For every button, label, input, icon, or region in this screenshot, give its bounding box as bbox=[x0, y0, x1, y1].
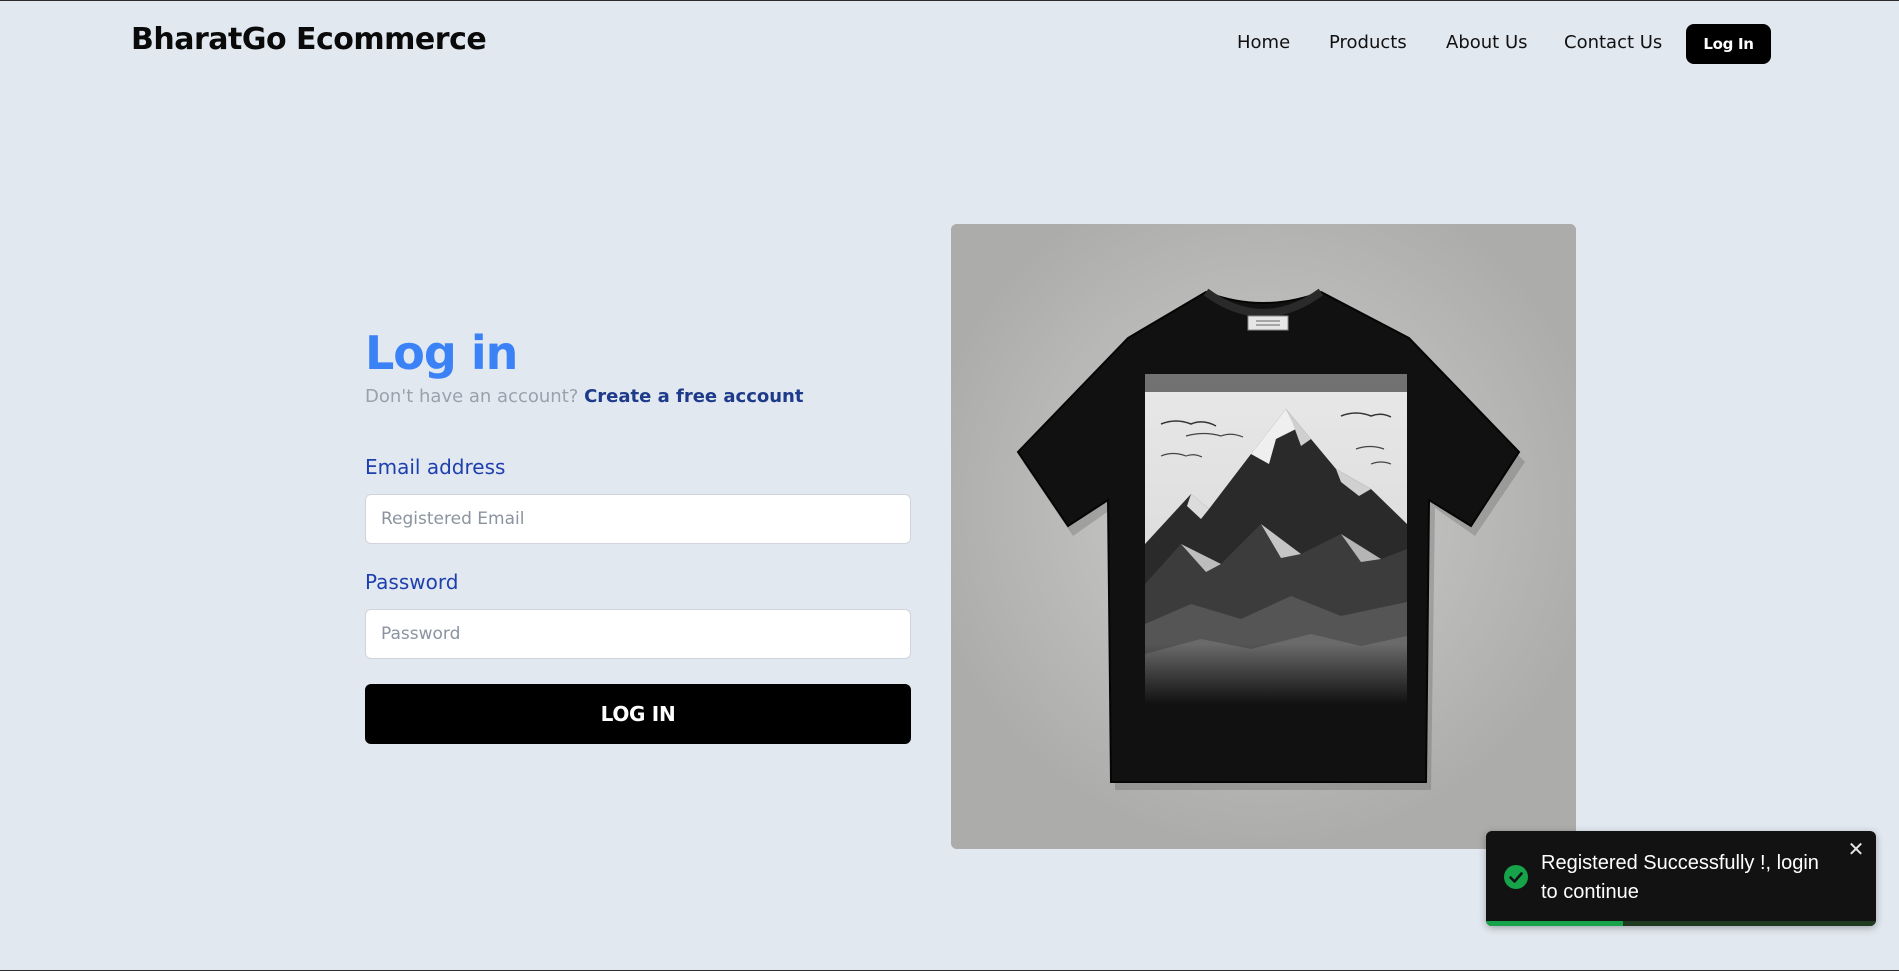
site-header: BharatGo Ecommerce Home Products About U… bbox=[0, 0, 1899, 86]
nav-link-about-us[interactable]: About Us bbox=[1446, 32, 1528, 53]
main-nav: Home Products About Us Contact Us bbox=[0, 24, 1899, 64]
password-label: Password bbox=[365, 570, 459, 594]
nav-link-products[interactable]: Products bbox=[1329, 32, 1407, 53]
header-login-button[interactable]: Log In bbox=[1686, 24, 1771, 64]
toast-message: Registered Successfully !, login to cont… bbox=[1541, 852, 1819, 903]
success-toast: Registered Successfully !, login to cont… bbox=[1486, 831, 1876, 926]
email-field[interactable] bbox=[365, 494, 911, 544]
signup-prompt: Don't have an account? Create a free acc… bbox=[365, 386, 912, 408]
login-form: Log in Don't have an account? Create a f… bbox=[365, 320, 912, 744]
signup-prompt-text: Don't have an account? bbox=[365, 386, 579, 407]
toast-progress-bar bbox=[1486, 921, 1623, 926]
product-image bbox=[951, 224, 1576, 849]
close-icon[interactable]: ✕ bbox=[1846, 839, 1866, 859]
email-label: Email address bbox=[365, 455, 506, 479]
check-circle-icon bbox=[1504, 865, 1528, 889]
tshirt-illustration bbox=[951, 224, 1576, 849]
login-submit-button[interactable]: LOG IN bbox=[365, 684, 911, 744]
page-title: Log in bbox=[365, 326, 518, 380]
password-field[interactable] bbox=[365, 609, 911, 659]
nav-link-contact-us[interactable]: Contact Us bbox=[1564, 32, 1662, 53]
nav-link-home[interactable]: Home bbox=[1237, 32, 1290, 53]
toast-progress-track bbox=[1486, 921, 1876, 926]
create-account-link[interactable]: Create a free account bbox=[584, 386, 803, 407]
